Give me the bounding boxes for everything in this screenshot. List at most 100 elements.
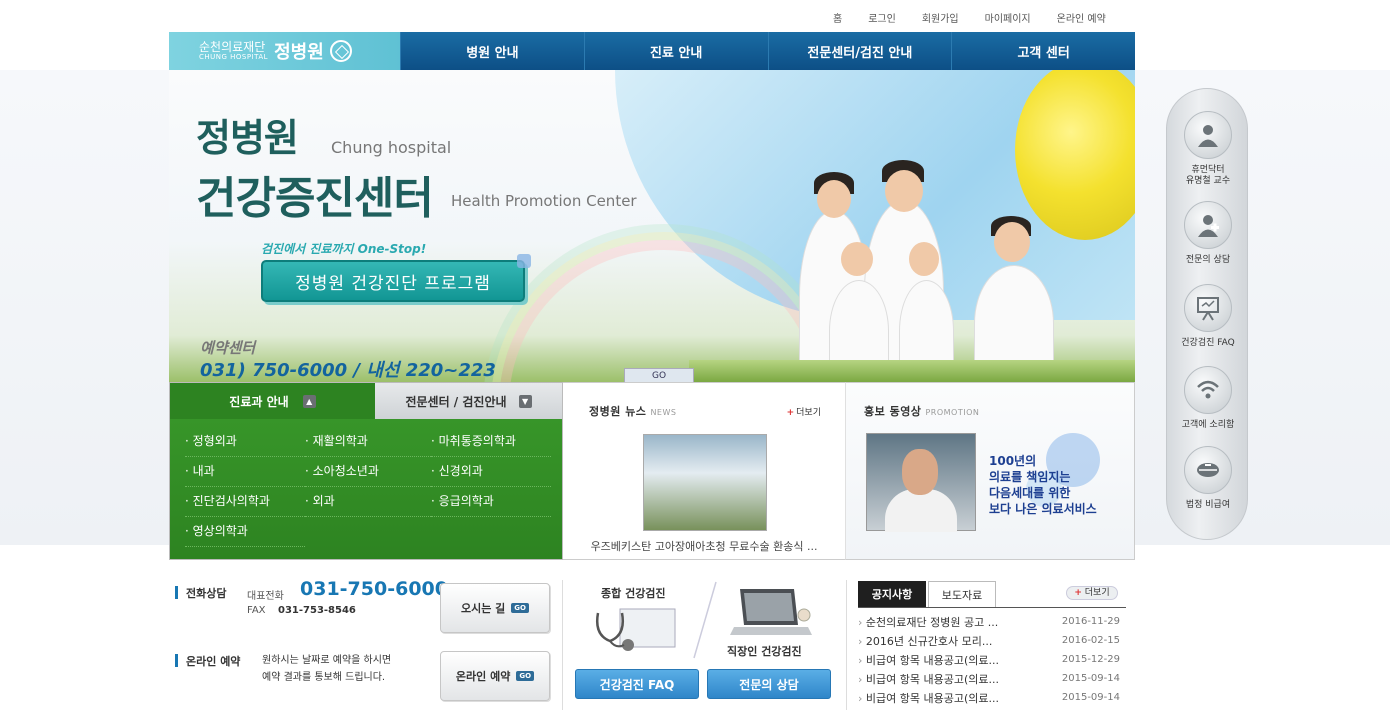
online-reservation-button-label: 온라인 예약 — [455, 670, 511, 683]
menu-bar: 병원 안내 진료 안내 전문센터/검진 안내 고객 센터 — [400, 32, 1135, 70]
go-tag: GO — [516, 671, 535, 681]
dept-lab-medicine[interactable]: 진단검사의학과 — [185, 487, 305, 517]
work-checkup-title: 직장인 건강검진 — [727, 645, 802, 658]
news-caption[interactable]: 우즈베키스탄 고아장애아초청 무료수술 환송식 ... — [563, 538, 845, 554]
tab-departments-label: 진료과 안내 — [229, 394, 289, 409]
notice-tabs: 공지사항 보도자료 — [858, 581, 998, 607]
menu-treatment-info[interactable]: 진료 안내 — [583, 32, 768, 70]
home-link[interactable]: 홈 — [820, 10, 855, 25]
quick-voice-label: 고객에 소리함 — [1181, 420, 1235, 430]
list-item[interactable]: 비급여 항목 내용공고(의료...2015-12-29 — [858, 650, 1126, 669]
logo-name: 정병원 — [274, 42, 324, 63]
list-item[interactable]: 2016년 신규간호사 모리...2016-02-15 — [858, 631, 1126, 650]
online-reservation-link[interactable]: 온라인 예약 — [1044, 10, 1119, 25]
logo-foundation: 순천의료재단 — [199, 39, 266, 54]
family-photo — [759, 150, 1069, 382]
dept-radiology[interactable]: 영상의학과 — [185, 517, 305, 547]
dept-orthopedics[interactable]: 정형외과 — [185, 427, 305, 457]
tab-centers-label: 전문센터 / 검진안내 — [405, 394, 507, 409]
tab-departments[interactable]: 진료과 안내 ▲ — [170, 383, 375, 419]
divider — [846, 580, 847, 710]
emblem-icon — [329, 40, 352, 62]
hero-banner: 정병원 Chung hospital 건강증진센터 Health Promoti… — [169, 70, 1135, 382]
phone-consult-label: 전화상담 — [186, 587, 227, 600]
tab-press[interactable]: 보도자료 — [928, 581, 996, 607]
dept-emergency[interactable]: 응급의학과 — [431, 487, 551, 517]
caret-up-icon: ▲ — [302, 394, 316, 408]
stethoscope-icon — [590, 605, 680, 655]
health-program-button[interactable]: 정병원 건강진단 프로그램 — [261, 254, 531, 302]
quick-doctor-label: 휴먼닥터 유명철 교수 — [1185, 165, 1231, 186]
laptop-icon — [728, 585, 814, 641]
dept-anesthesiology[interactable]: 마취통증의학과 — [431, 427, 551, 457]
hero-subtitle-english: Chung hospital — [331, 138, 452, 157]
tab-notices[interactable]: 공지사항 — [858, 581, 926, 607]
menu-customer-center[interactable]: 고객 센터 — [951, 32, 1135, 70]
dept-surgery[interactable]: 외과 — [305, 487, 431, 517]
promo-video-thumbnail[interactable] — [866, 433, 976, 532]
quick-nonbenefit-label: 법정 비급여 — [1185, 500, 1231, 510]
caret-down-icon: ▼ — [518, 394, 532, 408]
menu-center-checkup[interactable]: 전문센터/검진 안내 — [767, 32, 952, 70]
quick-faq-label: 건강검진 FAQ — [1181, 338, 1235, 348]
notice-list: 순천의료재단 정병원 공고 ...2016-11-29 2016년 신규간호사 … — [858, 612, 1126, 707]
news-title: 정병원 뉴스 NEWS — [589, 405, 677, 418]
quick-faq[interactable]: 건강검진 FAQ — [1167, 284, 1249, 349]
hero-title-hospital: 정병원 — [196, 116, 299, 160]
online-reservation-label: 온라인 예약 — [186, 655, 241, 668]
list-item[interactable]: 순천의료재단 정병원 공고 ...2016-11-29 — [858, 612, 1126, 631]
online-reservation-button[interactable]: 온라인 예약 GO — [440, 651, 550, 701]
diagonal-divider — [690, 580, 720, 660]
department-panel: 진료과 안내 ▲ 전문센터 / 검진안내 ▼ 정형외과 재활의학과 마취통증의학… — [169, 382, 563, 560]
news-more-link[interactable]: + 더보기 — [787, 405, 821, 418]
signup-link[interactable]: 회원가입 — [909, 10, 972, 25]
wifi-icon — [1184, 366, 1232, 414]
grass-image — [689, 360, 1135, 382]
banner-go-button[interactable]: GO — [624, 368, 694, 382]
divider — [562, 580, 563, 710]
onestop-slogan: 검진에서 진료까지 One-Stop! — [261, 242, 427, 256]
list-item[interactable]: 비급여 항목 내용공고(의료...2015-09-14 — [858, 669, 1126, 688]
pill-icon — [1184, 446, 1232, 494]
fax-number: 031-753-8546 — [278, 605, 356, 616]
promo-panel: 홍보 동영상 PROMOTION 100년의 의료를 책임지는 다음세대를 위한 … — [845, 382, 1135, 560]
section-bar — [175, 586, 178, 599]
hero-title-center: 건강증진센터 — [196, 173, 434, 224]
quick-doctor[interactable]: 휴먼닥터 유명철 교수 — [1167, 111, 1249, 187]
quick-nonbenefit[interactable]: 법정 비급여 — [1167, 446, 1249, 511]
directions-button[interactable]: 오시는 길 GO — [440, 583, 550, 633]
news-panel: 정병원 뉴스 NEWS + 더보기 우즈베키스탄 고아장애아초청 무료수술 환송식 … — [563, 382, 845, 560]
dept-pediatrics[interactable]: 소아청소년과 — [305, 457, 431, 487]
quick-menu: 휴먼닥터 유명철 교수 전문의 상담 건강검진 FAQ 고객에 소리함 법정 비… — [1166, 88, 1248, 540]
hero-subtitle-center-english: Health Promotion Center — [451, 192, 637, 210]
doctor-icon — [1184, 111, 1232, 159]
consult-icon — [1184, 201, 1232, 249]
promo-title: 홍보 동영상 PROMOTION — [864, 405, 980, 418]
specialist-consult-button[interactable]: 전문의 상담 — [707, 669, 831, 699]
main-navigation: 순천의료재단 CHUNG HOSPITAL 정병원 병원 안내 진료 안내 전문… — [169, 32, 1135, 70]
mypage-link[interactable]: 마이페이지 — [972, 10, 1044, 25]
quick-consult[interactable]: 전문의 상담 — [1167, 201, 1249, 266]
fax-label: FAX — [247, 605, 266, 616]
section-bar — [175, 654, 178, 667]
quick-voice[interactable]: 고객에 소리함 — [1167, 366, 1249, 431]
rep-phone-number: 031-750-6000 — [300, 578, 448, 600]
login-link[interactable]: 로그인 — [855, 10, 909, 25]
dept-rehabilitation[interactable]: 재활의학과 — [305, 427, 431, 457]
list-item[interactable]: 비급여 항목 내용공고(의료...2015-09-14 — [858, 688, 1126, 707]
online-reservation-desc: 원하시는 날짜로 예약을 하시면 예약 결과를 통보해 드립니다. — [262, 655, 392, 683]
hospital-logo[interactable]: 순천의료재단 CHUNG HOSPITAL 정병원 — [169, 32, 400, 70]
checkup-faq-button[interactable]: 건강검진 FAQ — [575, 669, 699, 699]
department-list: 정형외과 재활의학과 마취통증의학과 내과 소아청소년과 신경외과 진단검사의학… — [170, 419, 562, 547]
utility-links: 홈 로그인 회원가입 마이페이지 온라인 예약 — [820, 10, 1119, 25]
news-photo[interactable] — [643, 434, 767, 531]
logo-english: CHUNG HOSPITAL — [199, 52, 269, 61]
dept-neurosurgery[interactable]: 신경외과 — [431, 457, 551, 487]
reservation-phone: 031) 750-6000 / 내선 220~223 — [200, 360, 496, 381]
faq-board-icon — [1184, 284, 1232, 332]
notice-more-button[interactable]: + 더보기 — [1066, 586, 1118, 600]
menu-hospital-info[interactable]: 병원 안내 — [400, 32, 584, 70]
dept-internal[interactable]: 내과 — [185, 457, 305, 487]
go-tag: GO — [511, 603, 529, 613]
tab-centers[interactable]: 전문센터 / 검진안내 ▼ — [375, 383, 562, 419]
